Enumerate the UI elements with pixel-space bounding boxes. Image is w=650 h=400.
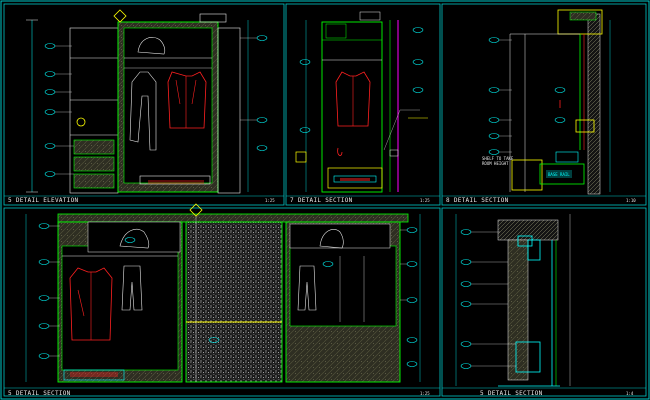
panel-1-title: 5 DETAIL ELEVATION [8,197,79,204]
panel-detail-section-5-large: 5 DETAIL SECTION 1:25 [3,203,441,397]
panel-1-scale: 1:25 [265,198,275,203]
panel-2-title: 7 DETAIL SECTION [290,197,353,204]
panel-5-title: 5 DETAIL SECTION [480,390,543,397]
svg-text:ROOM HEIGHT: ROOM HEIGHT [482,161,509,166]
panel-3-scale: 1:10 [626,198,636,203]
panel-3-title: 8 DETAIL SECTION [446,197,509,204]
panel-detail-elevation-5: 5 DETAIL ELEVATION 1:25 [3,3,285,206]
p3-note-base-rail: BASE RAIL [548,172,570,177]
cad-drawing-sheet: 5 DETAIL ELEVATION 1:25 7 DETAIL SECTION… [0,0,650,400]
panel-4-scale: 1:25 [420,391,430,396]
panel-detail-section-5-small: 5 DETAIL SECTION 1:4 [441,207,647,397]
panel-detail-section-8: BASE RAIL SHELF TO TAKE ROOM HEIGHT 8 DE… [441,3,647,206]
panel-5-scale: 1:4 [626,391,634,396]
panel-2-scale: 1:25 [420,198,430,203]
panel-detail-section-7: 7 DETAIL SECTION 1:25 [285,3,441,206]
panel-4-title: 5 DETAIL SECTION [8,390,71,397]
